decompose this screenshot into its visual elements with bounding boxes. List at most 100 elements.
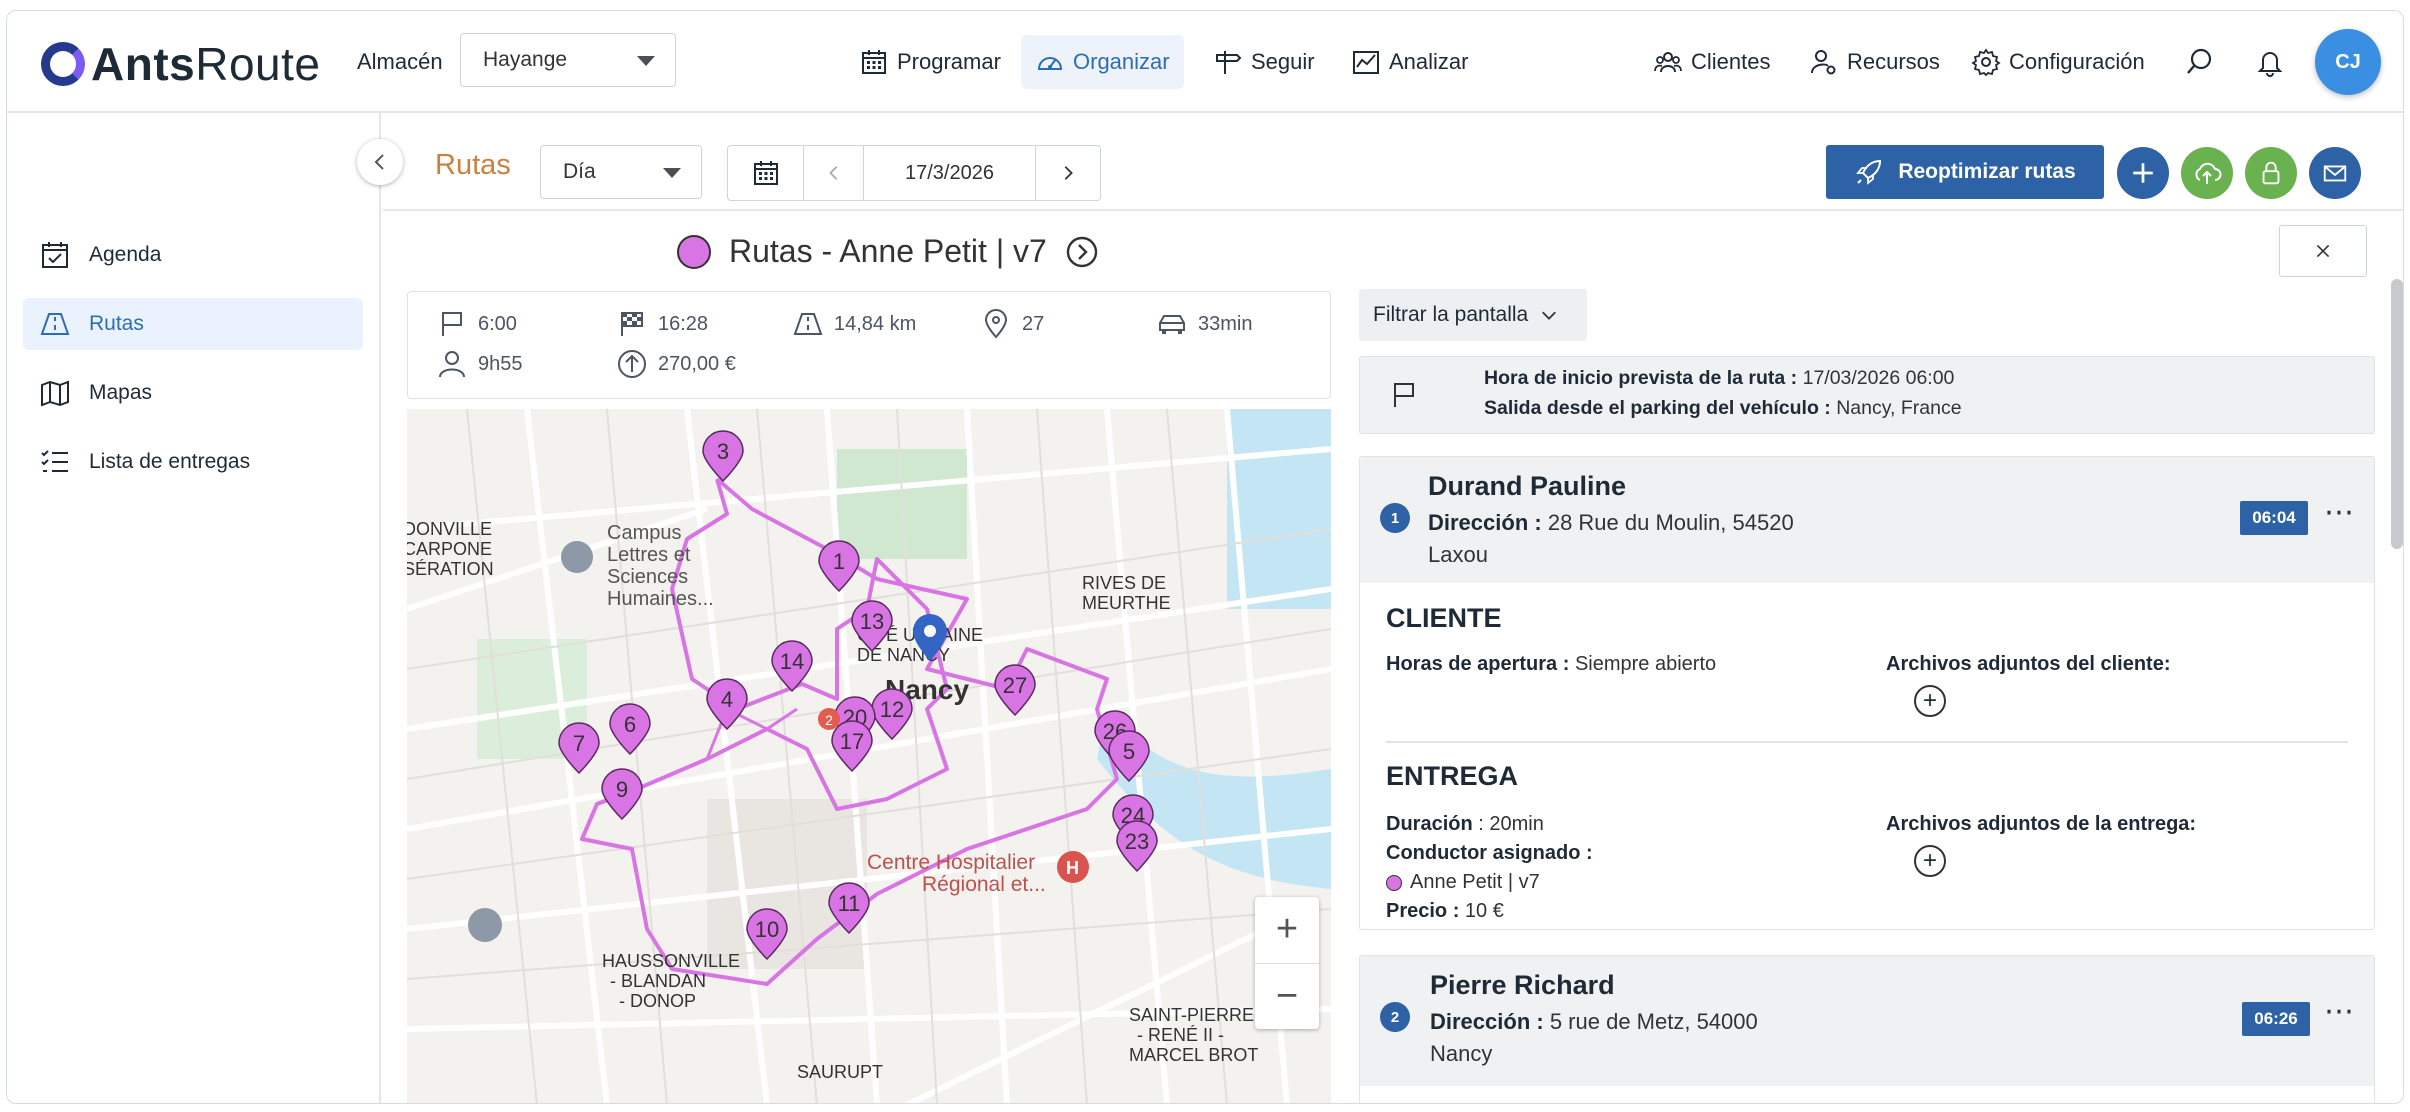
svg-text:9: 9 <box>616 777 628 802</box>
period-select[interactable]: Día <box>540 145 702 199</box>
svg-text:7: 7 <box>573 731 585 756</box>
nav-clientes[interactable]: Clientes <box>1639 35 1784 89</box>
svg-text:6: 6 <box>624 712 636 737</box>
stop-marker[interactable]: 14 <box>771 640 813 693</box>
map-label-rives: RIVES DE <box>1082 573 1166 593</box>
stop-number: 1 <box>1380 503 1410 533</box>
map-icon <box>41 380 69 407</box>
cluster-marker[interactable]: 2 <box>818 708 840 730</box>
collapse-sidebar-button[interactable] <box>357 139 403 185</box>
stop-marker[interactable]: 23 <box>1116 820 1158 873</box>
stop-card[interactable]: 2 Pierre Richard Dirección : 5 rue de Me… <box>1359 955 2375 1103</box>
svg-text:1: 1 <box>833 549 845 574</box>
previous-day-button[interactable] <box>804 146 864 200</box>
lock-button[interactable] <box>2245 147 2297 199</box>
stop-marker[interactable]: 1 <box>818 540 860 593</box>
zoom-out-button[interactable]: − <box>1255 964 1319 1030</box>
nav-programar-label: Programar <box>897 49 1001 74</box>
user-avatar[interactable]: CJ <box>2315 29 2381 95</box>
car-icon <box>1159 315 1185 334</box>
nav-configuracion[interactable]: Configuración <box>1957 35 2159 89</box>
add-client-attachment-button[interactable]: + <box>1914 685 1946 717</box>
chevron-down-icon <box>637 56 655 66</box>
delivery-price: Precio : 10 € <box>1386 900 1504 922</box>
assigned-driver-label: Conductor asignado : <box>1386 842 1593 864</box>
svg-text:17: 17 <box>840 729 864 754</box>
stop-marker[interactable]: 3 <box>702 430 744 483</box>
chevron-left-icon <box>828 166 837 180</box>
search-icon <box>2187 48 2212 74</box>
sidebar-item-lista[interactable]: Lista de entregas <box>23 436 363 488</box>
svg-text:12: 12 <box>880 697 904 722</box>
warehouse-label: Almacén <box>357 49 443 74</box>
filter-screen-button[interactable]: Filtrar la pantalla <box>1359 289 1587 341</box>
warehouse-value: Hayange <box>483 48 568 71</box>
calendar-button[interactable] <box>728 146 804 200</box>
stop-marker[interactable]: 6 <box>609 703 651 756</box>
add-delivery-attachment-button[interactable]: + <box>1914 845 1946 877</box>
route-map[interactable]: DONVILLE CARPONE SÉRATION Campus Lettres… <box>407 409 1331 1103</box>
warehouse-select[interactable]: Hayange <box>460 33 676 87</box>
nav-organizar[interactable]: Organizar <box>1021 35 1184 89</box>
nav-organizar-label: Organizar <box>1073 49 1170 74</box>
nav-recursos[interactable]: Recursos <box>1795 35 1954 89</box>
sidebar-item-rutas[interactable]: Rutas <box>23 298 363 350</box>
map-label-haussonville: HAUSSONVILLE <box>602 951 740 971</box>
sidebar-item-label: Lista de entregas <box>89 450 251 473</box>
svg-text:Régional et...: Régional et... <box>922 873 1046 896</box>
departure-line: Salida desde el parking del vehículo : N… <box>1484 397 1962 419</box>
add-button[interactable] <box>2117 147 2169 199</box>
chevron-down-icon <box>1542 311 1557 320</box>
stop-card[interactable]: 1 Durand Pauline Dirección : 28 Rue du M… <box>1359 456 2375 930</box>
svg-text:- RENÉ II -: - RENÉ II - <box>1137 1025 1224 1045</box>
nav-analizar[interactable]: Analizar <box>1337 35 1482 89</box>
top-navigation: AntsRoute Almacén Hayange Programar Orga… <box>7 11 2403 113</box>
user-icon <box>439 351 465 378</box>
sidebar-item-label: Agenda <box>89 243 162 266</box>
page-title: Rutas <box>435 149 511 181</box>
svg-text:MARCEL BROT: MARCEL BROT <box>1129 1045 1258 1065</box>
stop-marker[interactable]: 9 <box>601 768 643 821</box>
map-label-saint-pierre: SAINT-PIERRE <box>1129 1005 1254 1025</box>
stop-address: Dirección : 28 Rue du Moulin, 54520 Laxou <box>1428 510 1794 567</box>
more-options-button[interactable]: ⋯ <box>2324 994 2355 1029</box>
chevron-left-icon <box>374 154 384 170</box>
stat-duration: 9h55 <box>436 348 523 380</box>
more-options-button[interactable]: ⋯ <box>2324 495 2355 530</box>
stat-end-value: 16:28 <box>658 312 709 335</box>
section-divider <box>1386 741 2348 743</box>
stop-marker[interactable]: 4 <box>706 678 748 731</box>
notifications-button[interactable] <box>2247 35 2293 89</box>
svg-text:5: 5 <box>1123 739 1135 764</box>
arrow-circle-right-icon[interactable] <box>1065 235 1099 269</box>
search-button[interactable] <box>2177 35 2223 89</box>
date-value[interactable]: 17/3/2026 <box>864 146 1036 200</box>
upload-button[interactable] <box>2181 147 2233 199</box>
close-button[interactable] <box>2279 225 2367 277</box>
nav-seguir-label: Seguir <box>1251 49 1315 74</box>
stop-marker[interactable]: 12 <box>871 688 913 741</box>
email-button[interactable] <box>2309 147 2361 199</box>
svg-text:Humaines...: Humaines... <box>607 588 714 610</box>
map-label-donville: DONVILLE <box>407 519 492 539</box>
zoom-in-button[interactable]: + <box>1255 897 1319 964</box>
stop-marker[interactable]: 27 <box>994 664 1036 717</box>
stop-header: 1 Durand Pauline Dirección : 28 Rue du M… <box>1360 457 2374 583</box>
nav-programar[interactable]: Programar <box>845 35 1015 89</box>
reoptimize-routes-button[interactable]: Reoptimizar rutas <box>1826 145 2104 199</box>
panel-scrollbar[interactable] <box>2391 279 2403 549</box>
sidebar-item-agenda[interactable]: Agenda <box>23 229 363 281</box>
stop-number: 2 <box>1380 1002 1410 1032</box>
gear-icon <box>1971 48 2001 77</box>
svg-text:13: 13 <box>860 609 884 634</box>
bell-icon <box>2257 52 2283 77</box>
next-day-button[interactable] <box>1036 146 1100 200</box>
nav-seguir[interactable]: Seguir <box>1199 35 1329 89</box>
stat-start: 6:00 <box>436 308 517 340</box>
app-logo[interactable]: AntsRoute <box>41 37 320 91</box>
sidebar-item-mapas[interactable]: Mapas <box>23 367 363 419</box>
eta-badge: 06:04 <box>2240 501 2308 535</box>
zoom-controls: + − <box>1255 897 1319 1029</box>
arrow-up-circle-icon <box>618 350 646 378</box>
stop-marker[interactable]: 17 <box>831 720 873 773</box>
